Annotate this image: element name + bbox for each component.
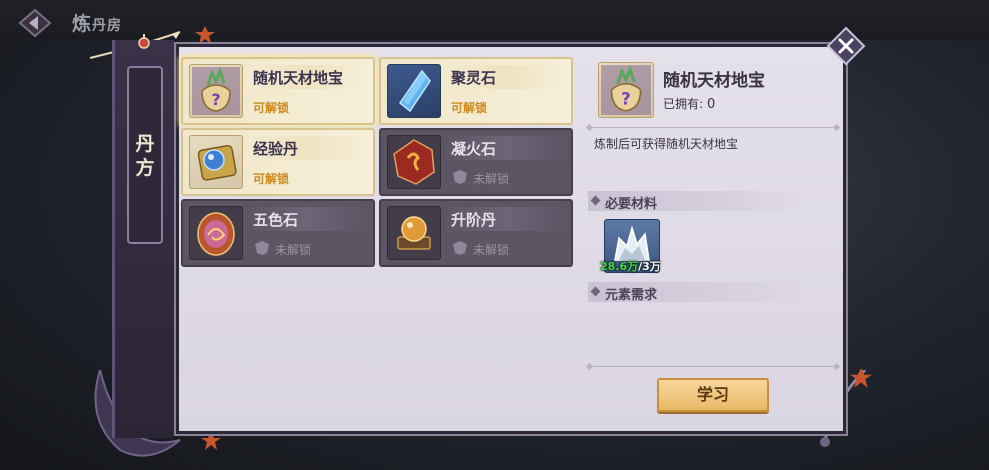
- recipe-name: 经验丹: [253, 140, 299, 158]
- recipe-status: 可解锁: [253, 101, 290, 115]
- treasure-bag-icon: ?: [601, 64, 651, 115]
- scene-title-main: 炼: [72, 13, 93, 35]
- detail-item-name: 随机天材地宝: [663, 71, 765, 91]
- recipe-status: 未解锁: [473, 243, 510, 257]
- divider: [590, 127, 836, 128]
- diamond-bullet-icon: [590, 195, 601, 206]
- divider: [590, 366, 836, 367]
- recipe-icon-frame: [189, 135, 243, 189]
- recipe-name: 五色石: [253, 211, 299, 229]
- recipe-icon-frame: [387, 135, 441, 189]
- learn-button[interactable]: 学习: [657, 378, 769, 412]
- locked-icon: [255, 241, 269, 255]
- recipe-card[interactable]: 升阶丹 未解锁: [379, 199, 573, 267]
- locked-icon: [453, 170, 467, 184]
- spirit-crystal-icon: [398, 69, 431, 113]
- five-color-stone-icon: [197, 212, 235, 256]
- materials-header: 必要材料: [588, 191, 808, 212]
- back-button[interactable]: [18, 8, 52, 38]
- back-arrow-icon: [18, 8, 52, 38]
- tab-label-text: 丹方: [135, 133, 155, 179]
- recipe-icon-frame: [387, 64, 441, 118]
- diamond-bullet-icon: [590, 286, 601, 297]
- recipe-card[interactable]: 经验丹 可解锁: [181, 128, 375, 196]
- locked-icon: [453, 241, 467, 255]
- recipe-name: 升阶丹: [451, 211, 497, 229]
- tab-recipes-label: 丹方: [129, 132, 161, 180]
- recipe-card[interactable]: 五色石 未解锁: [181, 199, 375, 267]
- recipe-icon-frame: [189, 206, 243, 260]
- recipe-name: 聚灵石: [451, 69, 497, 87]
- material-need: /3万: [638, 260, 661, 273]
- owned-value: 0: [707, 97, 716, 112]
- recipe-card[interactable]: 聚灵石 可解锁: [379, 57, 573, 125]
- svg-text:?: ?: [621, 90, 631, 109]
- recipe-status: 可解锁: [253, 172, 290, 186]
- tab-pin-icon: [138, 34, 150, 49]
- owned-label: 已拥有:: [663, 97, 704, 111]
- recipe-icon-frame: [387, 206, 441, 260]
- tab-recipes[interactable]: 丹方: [127, 66, 163, 244]
- elements-header: 元素需求: [588, 282, 808, 303]
- item-description: 炼制后可获得随机天材地宝: [594, 137, 739, 151]
- exp-pill-icon: [197, 144, 237, 181]
- scene-title: 炼丹房: [72, 9, 122, 36]
- elements-header-label: 元素需求: [605, 288, 658, 303]
- recipe-tab-column: 丹方: [112, 40, 176, 438]
- treasure-bag-icon: ?: [192, 66, 240, 115]
- material-have: 28.6万: [600, 260, 639, 273]
- recipe-name: 随机天材地宝: [253, 69, 344, 87]
- recipe-status: 可解锁: [451, 101, 488, 115]
- recipe-status: 未解锁: [473, 172, 510, 186]
- recipe-card[interactable]: 凝火石 未解锁: [379, 128, 573, 196]
- fire-stone-icon: [393, 139, 435, 185]
- detail-item-icon-frame: ?: [598, 62, 654, 118]
- svg-text:?: ?: [211, 90, 220, 109]
- materials-header-label: 必要材料: [605, 197, 658, 212]
- close-icon: [826, 26, 866, 66]
- owned-count: 已拥有: 0: [663, 95, 715, 112]
- recipe-icon-frame: ?: [189, 64, 243, 118]
- close-button[interactable]: [826, 26, 866, 66]
- advance-pill-icon: [397, 216, 431, 250]
- recipe-card[interactable]: ? 随机天材地宝 可解锁: [181, 57, 375, 125]
- scene-title-sub: 丹房: [92, 18, 123, 34]
- material-count: 28.6万/3万: [600, 258, 661, 274]
- recipe-status: 未解锁: [275, 243, 312, 257]
- recipe-name: 凝火石: [451, 140, 497, 158]
- maple-leaf-icon: [850, 368, 872, 388]
